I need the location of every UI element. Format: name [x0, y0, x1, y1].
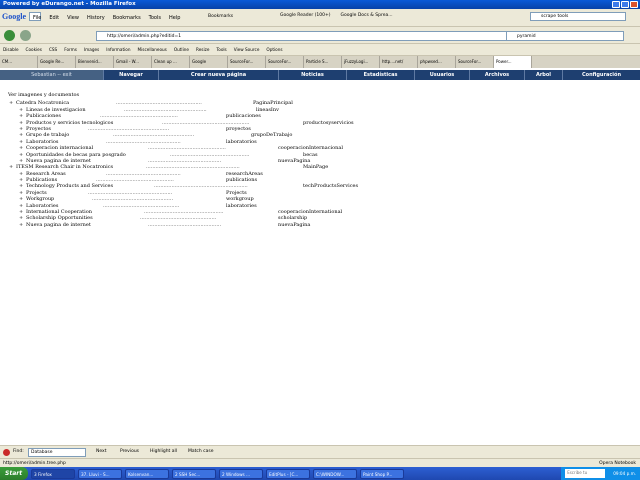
taskbar-item[interactable]: C:\WINDOW...: [313, 468, 357, 479]
window-titlebar: Powered by eDurango.net - Mozilla Firefo…: [0, 0, 640, 9]
expand-icon[interactable]: +: [19, 222, 23, 228]
find-previous-button[interactable]: Previous: [120, 446, 139, 458]
minimize-button[interactable]: [612, 1, 620, 8]
web-developer-toolbar: Disable Cookies CSS Forms Images Informa…: [0, 44, 640, 56]
taskbar-item[interactable]: Paint Shop P...: [360, 468, 404, 479]
nav-navegar[interactable]: Navegar: [103, 70, 158, 80]
tab-bar: CM... Google Re... Bienvenid... Gmail - …: [0, 56, 640, 68]
toolbar-item[interactable]: Outline: [174, 44, 189, 55]
google-logo: Google: [2, 12, 26, 21]
menu-help[interactable]: Help: [169, 15, 180, 21]
google-links: Google Reader (100+) Google Docs & Sprea…: [280, 13, 393, 18]
toolbar-item[interactable]: Miscellaneous: [137, 44, 166, 55]
clock: 09:04 p.m.: [613, 471, 636, 476]
menu-bar: File Edit View History Bookmarks Tools H…: [33, 15, 180, 21]
search-bar[interactable]: pyramid: [506, 31, 624, 41]
browser-tab[interactable]: SourceFor...: [456, 56, 494, 68]
toolbar-item[interactable]: Resize: [196, 44, 209, 55]
find-next-button[interactable]: Next: [96, 446, 106, 458]
user-exit-link[interactable]: Sebastian -- exit: [0, 70, 103, 80]
nav-arbol[interactable]: Arbol: [524, 70, 562, 80]
window-controls: [612, 1, 638, 8]
menu-history[interactable]: History: [87, 15, 105, 21]
toolbar-item[interactable]: CSS: [49, 44, 57, 55]
browser-tab[interactable]: Clean up ...: [152, 56, 190, 68]
address-bar[interactable]: http://omeri/admin.php?editid=1: [96, 31, 512, 41]
tree-list: + Catedra Nocatronica....................…: [8, 100, 628, 228]
browser-tab[interactable]: SourceFor...: [266, 56, 304, 68]
start-button[interactable]: Start: [0, 467, 28, 480]
close-button[interactable]: [630, 1, 638, 8]
find-bar: Find: Database Next Previous Highlight a…: [0, 445, 640, 458]
taskbar-item[interactable]: 37. Lluvi - S...: [78, 468, 122, 479]
browser-tab[interactable]: phpwsed...: [418, 56, 456, 68]
toolbar-item[interactable]: Cookies: [26, 44, 42, 55]
tree-item-dots: ........................................…: [148, 221, 222, 228]
browser-tab[interactable]: SourceFor...: [228, 56, 266, 68]
nav-configuracion[interactable]: Configuración: [562, 70, 640, 80]
google-toolbar: Google File Edit View History Bookmarks …: [0, 9, 640, 27]
toolbar-search-input[interactable]: scrape tools: [530, 12, 626, 21]
tray-search-input[interactable]: Escribe tu consulta: [565, 469, 606, 480]
tree-item-value: nuevaPagina: [278, 221, 311, 228]
page-tree: Ver imagenes y documentos + Catedra Nocat…: [8, 92, 628, 228]
menu-bookmarks[interactable]: Bookmarks: [113, 15, 141, 21]
nav-usuarios[interactable]: Usuarios: [414, 70, 469, 80]
google-bookmarks-button[interactable]: Bookmarks: [208, 14, 233, 19]
browser-tab[interactable]: jFuzzyLogi...: [342, 56, 380, 68]
taskbar-item[interactable]: 2 SSH Sec...: [172, 468, 216, 479]
close-find-icon[interactable]: [3, 449, 10, 456]
browser-tab[interactable]: Gmail - W...: [114, 56, 152, 68]
tree-item[interactable]: + Nueva pagina de internet...............…: [8, 222, 628, 228]
toolbar-item[interactable]: Tools: [216, 44, 226, 55]
nav-archivos[interactable]: Archivos: [469, 70, 524, 80]
toolbar-item[interactable]: Information: [106, 44, 130, 55]
page-heading: Ver imagenes y documentos: [8, 92, 80, 98]
toolbar-item[interactable]: Forms: [64, 44, 77, 55]
back-button[interactable]: [4, 30, 15, 41]
menu-view[interactable]: View: [67, 15, 79, 21]
toolbar-item[interactable]: View Source: [234, 44, 260, 55]
match-case-checkbox[interactable]: Match case: [188, 446, 214, 458]
taskbar-item[interactable]: 3 Firefox: [31, 468, 75, 479]
nav-noticias[interactable]: Noticias: [278, 70, 346, 80]
browser-tab[interactable]: Particle S...: [304, 56, 342, 68]
google-reader-link[interactable]: Google Reader (100+): [280, 13, 331, 18]
menu-edit[interactable]: Edit: [49, 15, 59, 21]
maximize-button[interactable]: [621, 1, 629, 8]
system-tray: Escribe tu consulta 09:04 p.m.: [561, 467, 640, 480]
google-docs-link[interactable]: Google Docs & Sprea...: [341, 13, 393, 18]
find-input[interactable]: Database: [28, 448, 86, 457]
status-url: http://omeri/admin.tree.php: [3, 461, 66, 466]
taskbar: Start 3 Firefox 37. Lluvi - S... Kolsenv…: [0, 467, 640, 480]
site-navigation: Sebastian -- exit Navegar Crear nueva pá…: [0, 70, 640, 80]
highlight-all-checkbox[interactable]: Highlight all: [150, 446, 177, 458]
taskbar-item[interactable]: 2 Windows ...: [219, 468, 263, 479]
taskbar-item[interactable]: EditPlus - [C...: [266, 468, 310, 479]
tree-item-label[interactable]: Nueva pagina de internet: [26, 222, 91, 228]
forward-button[interactable]: [20, 30, 31, 41]
menu-tools[interactable]: Tools: [149, 15, 161, 21]
browser-tab[interactable]: Google Re...: [38, 56, 76, 68]
toolbar-item[interactable]: Images: [84, 44, 99, 55]
menu-file[interactable]: File: [33, 15, 41, 21]
find-label: Find:: [13, 449, 24, 454]
browser-tab[interactable]: CM...: [0, 56, 38, 68]
toolbar-item[interactable]: Disable: [3, 44, 19, 55]
browser-tab-active[interactable]: Power...: [494, 56, 532, 68]
browser-tab[interactable]: http....net/: [380, 56, 418, 68]
taskbar-item[interactable]: Kolsenvan...: [125, 468, 169, 479]
browser-tab[interactable]: Google: [190, 56, 228, 68]
window-title: Powered by eDurango.net - Mozilla Firefo…: [3, 1, 136, 7]
nav-crear-pagina[interactable]: Crear nueva página: [158, 70, 278, 80]
toolbar-item[interactable]: Options: [266, 44, 282, 55]
navigation-toolbar: http://omeri/admin.php?editid=1 pyramid: [0, 27, 640, 44]
browser-tab[interactable]: Bienvenid...: [76, 56, 114, 68]
nav-estadisticas[interactable]: Estadísticas: [346, 70, 414, 80]
status-bar: http://omeri/admin.tree.php Opera Notebo…: [0, 458, 640, 467]
